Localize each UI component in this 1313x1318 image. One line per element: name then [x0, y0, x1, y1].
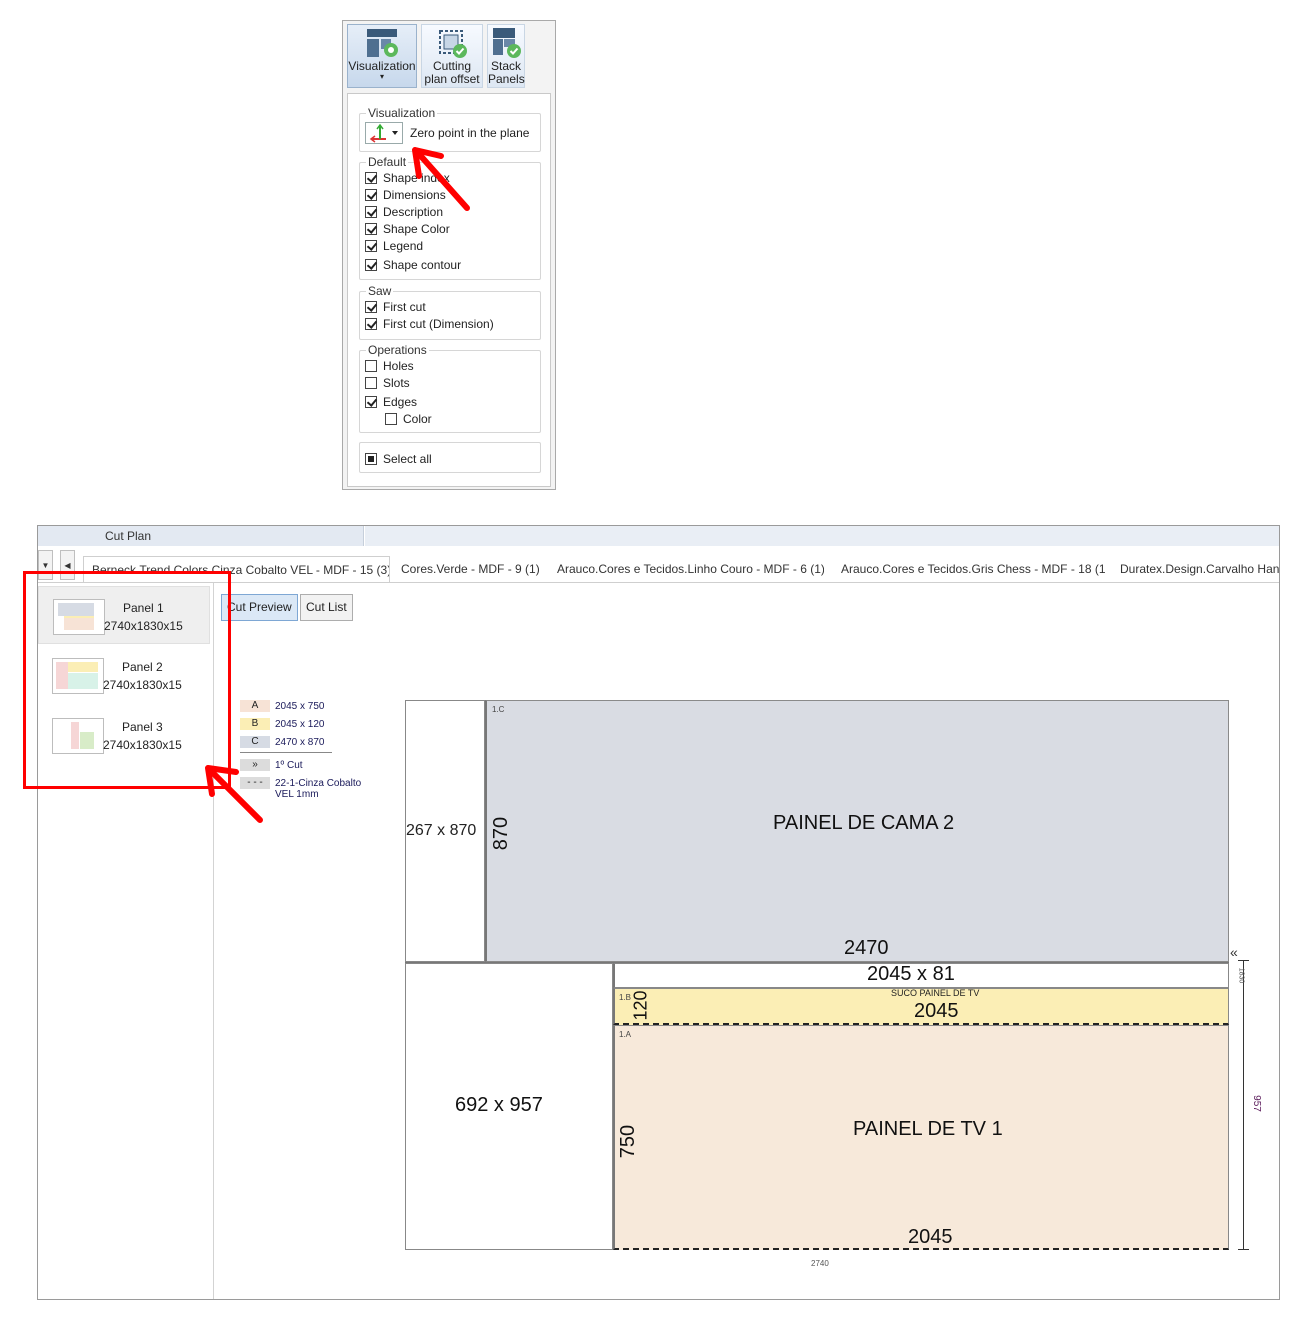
visualization-button[interactable]: Visualization ▾ [347, 24, 417, 88]
checkbox-shape-contour[interactable]: Shape contour [365, 257, 461, 273]
axis-origin-icon [369, 123, 398, 143]
checkbox-label: Color [403, 412, 432, 426]
piece-b-width: 2045 [914, 1000, 959, 1022]
checkbox-select-all[interactable]: Select all [365, 451, 432, 467]
piece-a-height: 750 [617, 1124, 640, 1159]
piece-a-width: 2045 [908, 1226, 953, 1248]
legend-value: 2470 x 870 [275, 736, 325, 748]
checkbox-box[interactable] [365, 318, 377, 330]
cutting-plan-offset-button[interactable]: Cutting plan offset [421, 24, 483, 88]
legend-item-c: C 2470 x 870 [240, 735, 325, 749]
legend-key: B [240, 718, 270, 730]
legend-value: 2045 x 750 [275, 700, 325, 712]
legend-key: C [240, 736, 270, 748]
chevron-down-icon: ▾ [379, 72, 384, 81]
checkbox-label: Slots [383, 376, 410, 390]
saw-group-title: Saw [368, 284, 392, 298]
checkbox-box[interactable] [365, 223, 377, 235]
checkbox-box[interactable] [365, 240, 377, 252]
cutting-offset-icon [436, 27, 468, 59]
stack-panels-button[interactable]: Stack Panels [487, 24, 525, 88]
checkbox-edges[interactable]: Edges [365, 394, 417, 410]
checkbox-label: Legend [383, 239, 424, 253]
checkbox-box[interactable] [365, 360, 377, 372]
checkbox-label: Holes [383, 359, 414, 373]
checkbox-box[interactable] [385, 413, 397, 425]
checkbox-label: Shape Color [383, 222, 450, 236]
piece-c-width: 2470 [844, 937, 889, 959]
checkbox-edge-color[interactable]: Color [385, 411, 432, 427]
checkbox-box[interactable] [365, 377, 377, 389]
tab-material-3[interactable]: Arauco.Cores e Tecidos.Gris Chess - MDF … [833, 556, 1105, 582]
checkbox-label: Select all [383, 452, 432, 466]
dimension-tick [1238, 1249, 1249, 1250]
piece-c-height: 870 [490, 816, 513, 851]
checkbox-slots[interactable]: Slots [365, 375, 410, 391]
annotation-arrow-top [405, 140, 475, 215]
visualization-panel: Visualization ▾ Cutting plan offset Stac… [342, 20, 556, 490]
checkbox-holes[interactable]: Holes [365, 358, 414, 374]
legend-divider [240, 752, 332, 753]
tab-material-1[interactable]: Cores.Verde - MDF - 9 (1) [393, 556, 543, 582]
annotation-arrow-bottom [200, 760, 270, 830]
zero-point-label: Zero point in the plane [410, 126, 530, 140]
checkbox-label: Shape contour [383, 258, 462, 272]
piece-b-tag: 1.B [619, 993, 632, 1002]
plan-offset-label: plan offset [424, 72, 480, 86]
visualization-group-title: Visualization [368, 106, 436, 120]
strip-waste-label: 2045 x 81 [867, 963, 955, 985]
checkbox-label: First cut (Dimension) [383, 317, 494, 331]
sheet-width-label: 2740 [811, 1259, 829, 1268]
piece-a-name: PAINEL DE TV 1 [853, 1118, 1003, 1140]
cut-list-button[interactable]: Cut List [300, 594, 353, 621]
checkbox-label: First cut [383, 300, 426, 314]
checkbox-box[interactable] [365, 189, 377, 201]
checkbox-first-cut-dimension[interactable]: First cut (Dimension) [365, 316, 494, 332]
title-bar [365, 526, 1279, 546]
default-group-title: Default [368, 155, 407, 169]
sheet-height-label: 1830 [1237, 967, 1245, 984]
dimension-line-right [1243, 960, 1244, 1250]
legend-value: 1º Cut [275, 759, 303, 771]
checkbox-box[interactable] [365, 259, 377, 271]
legend-key: A [240, 700, 270, 712]
checkbox-box[interactable] [365, 453, 377, 465]
right-dimension-label: 957 [1250, 1095, 1262, 1112]
piece-c-tag: 1.C [492, 705, 505, 714]
piece-a-tag: 1.A [619, 1030, 632, 1039]
legend-value-line2: VEL 1mm [275, 789, 319, 800]
annotation-highlight-box [23, 571, 231, 789]
tab-material-4[interactable]: Duratex.Design.Carvalho Hanover [1112, 556, 1279, 582]
tab-material-2[interactable]: Arauco.Cores e Tecidos.Linho Couro - MDF… [549, 556, 824, 582]
checkbox-shape-color[interactable]: Shape Color [365, 221, 450, 237]
first-cut-marker-icon: « [1230, 944, 1238, 960]
waste-bottom-left-label: 692 x 957 [455, 1094, 543, 1116]
legend-value: 2045 x 120 [275, 718, 325, 730]
cut-preview-button[interactable]: Cut Preview [221, 594, 298, 621]
waste-top-left-label: 267 x 870 [406, 822, 477, 839]
visualization-icon [366, 27, 398, 59]
zero-point-selector[interactable] [365, 122, 403, 144]
piece-b-height: 120 [630, 990, 651, 1021]
checkbox-box[interactable] [365, 172, 377, 184]
stack-panels-icon [490, 27, 522, 59]
checkbox-box[interactable] [365, 206, 377, 218]
legend-item-b: B 2045 x 120 [240, 717, 325, 731]
piece-c-name: PAINEL DE CAMA 2 [773, 812, 955, 834]
checkbox-legend[interactable]: Legend [365, 238, 423, 254]
dimension-tick [1238, 960, 1249, 961]
checkbox-first-cut[interactable]: First cut [365, 299, 426, 315]
piece-b-name: SUCO PAINEL DE TV [891, 988, 980, 998]
legend-value: 22-1-Cinza Cobalto [275, 777, 362, 789]
panels-label: Panels [488, 72, 525, 86]
checkbox-label: Edges [383, 395, 418, 409]
operations-group-title: Operations [368, 343, 427, 357]
checkbox-box[interactable] [365, 301, 377, 313]
cut-plan-title: Cut Plan [38, 526, 364, 546]
legend-item-a: A 2045 x 750 [240, 699, 325, 713]
checkbox-box[interactable] [365, 396, 377, 408]
